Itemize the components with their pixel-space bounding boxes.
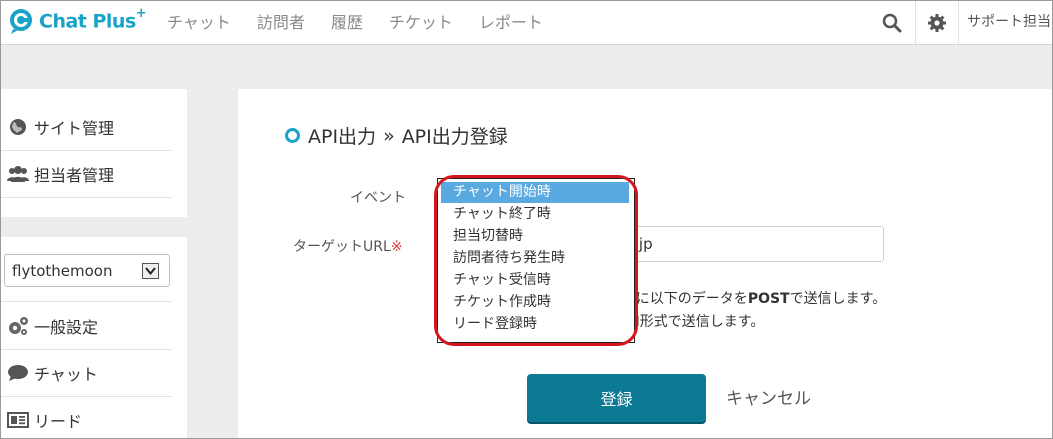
search-icon [882, 13, 902, 33]
nav-history[interactable]: 履歴 [331, 9, 363, 33]
top-navbar: Chat Plus+ チャット 訪問者 履歴 チケット レポート サポート担当 [1, 1, 1052, 45]
id-card-icon [4, 411, 32, 429]
nav-reports[interactable]: レポート [479, 9, 543, 33]
users-icon [4, 165, 32, 183]
event-label: イベント [350, 190, 406, 206]
description-line-1: Lに以下のデータをPOSTで送信します。 [628, 291, 887, 307]
sidebar-item-chat[interactable]: チャット [1, 350, 172, 396]
event-option-visitor-waiting[interactable]: 訪問者待ち発生時 [441, 248, 629, 269]
chat-bubble-icon [4, 364, 32, 382]
site-select-value: flytothemoon [12, 261, 113, 280]
event-option-chat-start[interactable]: チャット開始時 [441, 182, 629, 203]
divider [1, 197, 172, 198]
sidebar-item-label: チャット [34, 365, 98, 384]
chevron-down-icon [142, 263, 159, 279]
user-menu[interactable]: サポート担当 [967, 11, 1051, 31]
sidebar-item-site-management[interactable]: サイト管理 [1, 104, 172, 150]
cancel-button[interactable]: キャンセル [726, 384, 811, 409]
sidebar-item-leads[interactable]: リード [1, 397, 172, 438]
site-select[interactable]: flytothemoon [4, 254, 170, 287]
gear-icon [928, 14, 946, 32]
divider [1, 301, 172, 302]
gears-icon [4, 316, 32, 336]
breadcrumb-separator: » [383, 124, 395, 147]
register-button[interactable]: 登録 [527, 374, 706, 422]
target-url-input[interactable]: co.jp [600, 226, 884, 262]
event-option-lead-registered[interactable]: リード登録時 [441, 314, 629, 335]
globe-icon [4, 118, 32, 136]
description-line-2: N形式で送信します。 [628, 314, 765, 330]
event-option-ticket-created[interactable]: チケット作成時 [441, 292, 629, 313]
settings-button[interactable] [915, 1, 959, 45]
chat-plus-logo-icon [7, 7, 35, 35]
sidebar-item-label: リード [34, 412, 83, 431]
nav-tickets[interactable]: チケット [389, 9, 453, 33]
brand-name: Chat Plus+ [39, 6, 147, 33]
sidebar-item-label: サイト管理 [34, 119, 115, 138]
sidebar-site-card: flytothemoon 一般設定 チャット リード [1, 237, 187, 438]
sidebar-item-label: 一般設定 [34, 318, 99, 337]
page-title: API出力 » API出力登録 [285, 122, 508, 149]
sidebar-item-general-settings[interactable]: 一般設定 [1, 303, 172, 349]
sidebar-item-label: 担当者管理 [34, 166, 115, 185]
title-circle-icon [285, 128, 300, 143]
main-nav: チャット 訪問者 履歴 チケット レポート [167, 9, 569, 33]
sidebar-item-staff-management[interactable]: 担当者管理 [1, 151, 172, 197]
sidebar-admin-card: サイト管理 担当者管理 [1, 89, 187, 217]
nav-visitors[interactable]: 訪問者 [257, 9, 305, 33]
app-window: Chat Plus+ チャット 訪問者 履歴 チケット レポート サポート担当 … [0, 0, 1053, 439]
brand-logo[interactable]: Chat Plus+ [7, 6, 147, 35]
event-option-chat-received[interactable]: チャット受信時 [441, 270, 629, 291]
event-option-chat-end[interactable]: チャット終了時 [441, 204, 629, 225]
required-mark: ※ [390, 239, 403, 255]
search-button[interactable] [870, 1, 914, 45]
breadcrumb-current: API出力登録 [401, 126, 508, 148]
event-dropdown-list[interactable]: チャット開始時 チャット終了時 担当切替時 訪問者待ち発生時 チャット受信時 チ… [437, 178, 635, 343]
event-option-assignee-switch[interactable]: 担当切替時 [441, 226, 629, 247]
nav-chat[interactable]: チャット [167, 9, 231, 33]
target-url-label: ターゲットURL※ [293, 239, 403, 255]
breadcrumb-parent[interactable]: API出力 [308, 122, 376, 149]
main-panel: API出力 » API出力登録 イベント ターゲットURL※ co.jp Lに以… [238, 89, 1052, 438]
